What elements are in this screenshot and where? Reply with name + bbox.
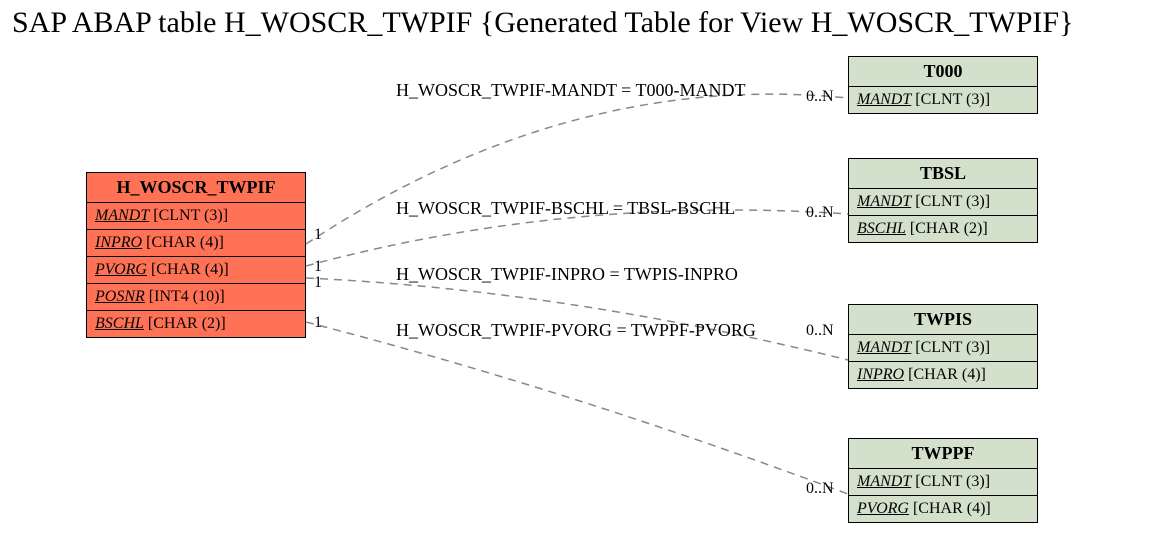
field-pvorg: PVORG [CHAR (4)] [849, 496, 1037, 522]
cardinality-right: 0..N [806, 204, 834, 222]
field-bschl: BSCHL [CHAR (2)] [849, 216, 1037, 242]
cardinality-right: 0..N [806, 88, 834, 106]
field-mandt: MANDT [CLNT (3)] [849, 87, 1037, 113]
field-inpro: INPRO [CHAR (4)] [849, 362, 1037, 388]
cardinality-left: 1 [314, 226, 322, 244]
field-mandt: MANDT [CLNT (3)] [849, 469, 1037, 496]
entity-header: TWPPF [849, 439, 1037, 469]
entity-header: T000 [849, 57, 1037, 87]
rel-label-bschl: H_WOSCR_TWPIF-BSCHL = TBSL-BSCHL [396, 198, 735, 219]
cardinality-left: 1 [314, 274, 322, 292]
cardinality-right: 0..N [806, 322, 834, 340]
diagram-stage: SAP ABAP table H_WOSCR_TWPIF {Generated … [0, 0, 1152, 549]
entity-h-woscr-twpif: H_WOSCR_TWPIF MANDT [CLNT (3)] INPRO [CH… [86, 172, 306, 338]
field-posnr: POSNR [INT4 (10)] [87, 284, 305, 311]
rel-label-mandt: H_WOSCR_TWPIF-MANDT = T000-MANDT [396, 80, 746, 101]
entity-header: H_WOSCR_TWPIF [87, 173, 305, 203]
entity-tbsl: TBSL MANDT [CLNT (3)] BSCHL [CHAR (2)] [848, 158, 1038, 243]
rel-label-inpro: H_WOSCR_TWPIF-INPRO = TWPIS-INPRO [396, 264, 738, 285]
entity-header: TWPIS [849, 305, 1037, 335]
cardinality-right: 0..N [806, 480, 834, 498]
field-inpro: INPRO [CHAR (4)] [87, 230, 305, 257]
entity-twpis: TWPIS MANDT [CLNT (3)] INPRO [CHAR (4)] [848, 304, 1038, 389]
entity-t000: T000 MANDT [CLNT (3)] [848, 56, 1038, 114]
field-mandt: MANDT [CLNT (3)] [849, 335, 1037, 362]
rel-label-pvorg: H_WOSCR_TWPIF-PVORG = TWPPF-PVORG [396, 320, 756, 341]
cardinality-left: 1 [314, 314, 322, 332]
entity-header: TBSL [849, 159, 1037, 189]
field-pvorg: PVORG [CHAR (4)] [87, 257, 305, 284]
field-mandt: MANDT [CLNT (3)] [87, 203, 305, 230]
entity-twppf: TWPPF MANDT [CLNT (3)] PVORG [CHAR (4)] [848, 438, 1038, 523]
field-bschl: BSCHL [CHAR (2)] [87, 311, 305, 337]
field-mandt: MANDT [CLNT (3)] [849, 189, 1037, 216]
